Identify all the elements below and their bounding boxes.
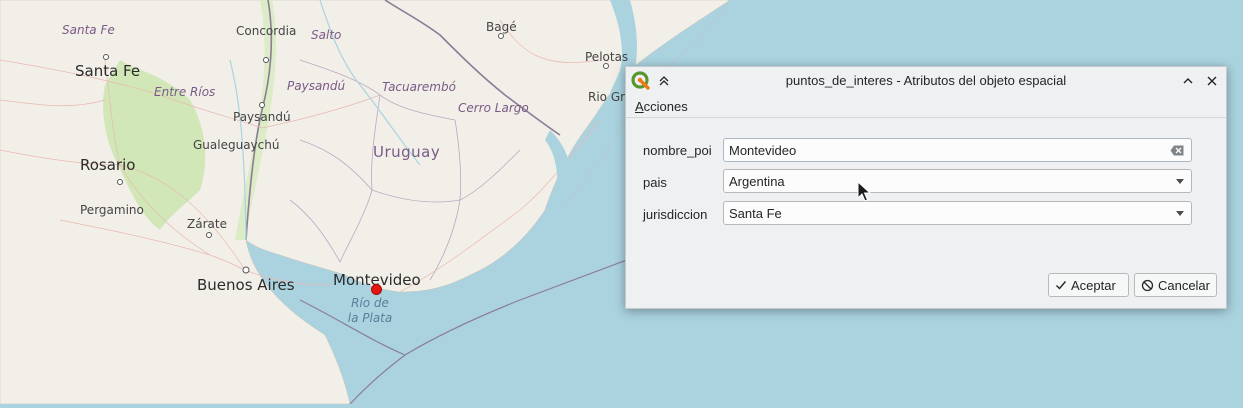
cancel-button-label: Cancelar (1157, 277, 1210, 293)
border-rio-plata-south (349, 354, 406, 405)
map-label-pergamino: Pergamino (80, 203, 144, 217)
map-label-buenos-aires: Buenos Aires (197, 276, 295, 294)
menu-acciones[interactable]: Acciones (635, 99, 688, 114)
map-label-gualeguaychu: Gualeguaychú (193, 138, 280, 152)
map-label-concordia: Concordia (236, 24, 297, 38)
pais-combobox[interactable]: Argentina (723, 169, 1192, 193)
cancel-icon (1141, 279, 1154, 291)
feature-marker[interactable] (371, 284, 382, 295)
chevron-down-icon (1176, 211, 1184, 216)
minimize-button[interactable] (1178, 71, 1198, 91)
checkmark-icon (1056, 281, 1067, 290)
feature-attributes-dialog: puntos_de_interes - Atributos del objeto… (625, 66, 1227, 309)
chevron-up-icon (1183, 78, 1193, 84)
accept-button[interactable]: Aceptar (1048, 273, 1129, 297)
water-label-line2: la Plata (347, 311, 393, 325)
label-nombre-poi: nombre_poi (643, 143, 712, 158)
map-label-rio-gr: Rio Gr (588, 90, 626, 104)
label-pais: pais (643, 175, 667, 190)
cancel-button[interactable]: Cancelar (1134, 273, 1217, 297)
jurisdiccion-combobox[interactable]: Santa Fe (723, 201, 1192, 225)
pais-value: Argentina (729, 174, 785, 189)
map-label-santa-fe: Santa Fe (75, 62, 141, 80)
dialog-menubar: Acciones (626, 95, 1226, 118)
map-label-pelotas: Pelotas (585, 50, 629, 64)
dialog-title: puntos_de_interes - Atributos del objeto… (785, 73, 1067, 88)
chevron-down-icon (1176, 179, 1184, 184)
map-label-paysandu-region: Paysandú (287, 79, 346, 93)
map-label-entre-rios: Entre Ríos (154, 85, 216, 99)
jurisdiccion-value: Santa Fe (729, 206, 782, 221)
mouse-cursor-icon (857, 181, 871, 202)
map-label-paysandu: Paysandú (233, 110, 291, 124)
map-label-santa-fe-small: Santa Fe (62, 23, 115, 37)
close-button[interactable] (1202, 71, 1222, 91)
map-label-rio-de-la-plata: Río de la Plata (340, 296, 400, 326)
nombre-poi-value: Montevideo (729, 143, 797, 158)
map-label-uruguay: Uruguay (373, 143, 441, 161)
label-jurisdiccion: jurisdiccion (643, 207, 708, 222)
nombre-poi-input[interactable]: Montevideo (723, 138, 1192, 162)
clear-input-icon[interactable] (1170, 145, 1184, 156)
map-label-rosario: Rosario (80, 156, 136, 174)
accept-button-label: Aceptar (1071, 277, 1116, 293)
map-label-cerro-largo: Cerro Largo (458, 101, 529, 115)
water-label-line1: Río de (351, 296, 389, 310)
map-label-tacuarembo: Tacuarembó (382, 80, 456, 94)
map-label-zarate: Zárate (187, 217, 227, 231)
map-label-bage: Bagé (486, 20, 517, 34)
close-icon (1207, 76, 1217, 86)
map-label-salto: Salto (311, 28, 342, 42)
dialog-titlebar[interactable]: puntos_de_interes - Atributos del objeto… (626, 67, 1226, 95)
